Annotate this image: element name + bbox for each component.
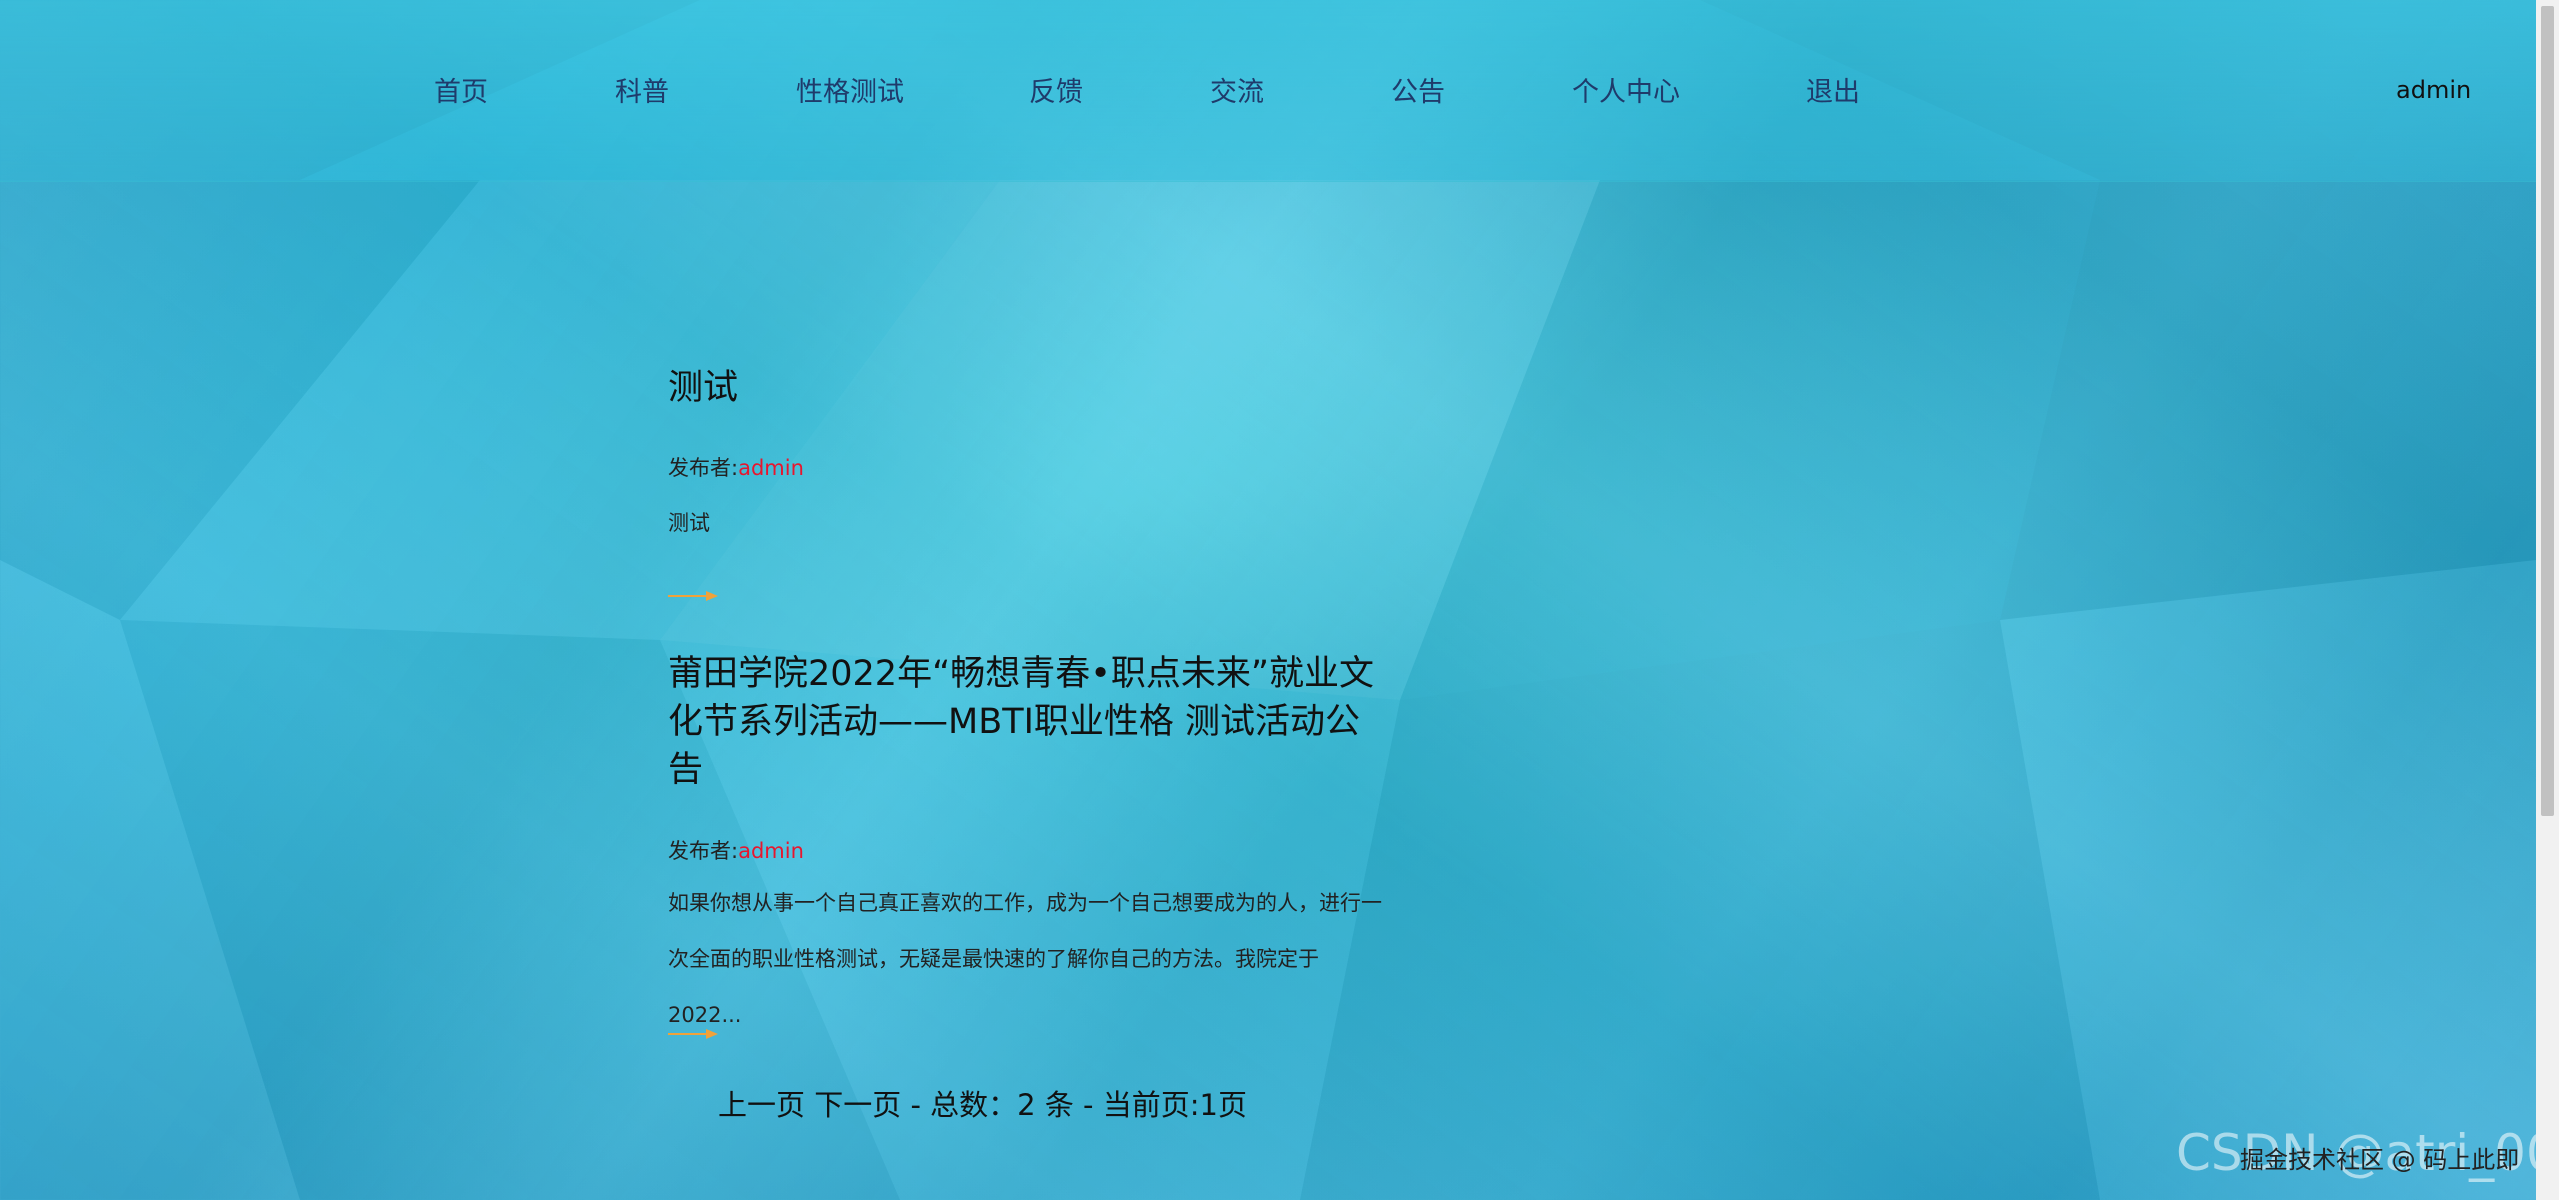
- nav-announcement[interactable]: 公告: [1391, 70, 1445, 109]
- excerpt-line: 次全面的职业性格测试，无疑是最快速的了解你自己的方法。我院定于2022...: [668, 947, 1319, 1027]
- post-excerpt: 测试: [668, 495, 1388, 551]
- pagination-summary: - 总数：2 条 - 当前页:1页: [910, 1088, 1247, 1122]
- nav-personality-test[interactable]: 性格测试: [796, 70, 904, 109]
- top-navbar: 首页 科普 性格测试 反馈 交流 公告 个人中心 退出 admin: [0, 0, 2536, 182]
- post-meta: 发布者:admin: [668, 835, 804, 865]
- nav-exchange[interactable]: 交流: [1210, 70, 1264, 109]
- scrollbar-thumb[interactable]: [2541, 6, 2554, 816]
- author-label: 发布者:: [668, 839, 739, 863]
- nav-science[interactable]: 科普: [615, 70, 669, 109]
- excerpt-line: 测试: [668, 511, 710, 535]
- nav-home[interactable]: 首页: [434, 70, 488, 109]
- post-meta: 发布者:admin: [668, 452, 804, 482]
- current-user[interactable]: admin: [2396, 76, 2471, 104]
- prev-page-link[interactable]: 上一页: [718, 1088, 805, 1122]
- post-excerpt: 如果你想从事一个自己真正喜欢的工作，成为一个自己想要成为的人，进行一 次全面的职…: [668, 875, 1388, 1043]
- post-author: admin: [738, 456, 804, 480]
- juejin-watermark: 掘金技术社区 @ 码上此即: [2240, 1146, 2520, 1174]
- read-more-arrow-icon[interactable]: [668, 1028, 718, 1040]
- nav-feedback[interactable]: 反馈: [1029, 70, 1083, 109]
- nav-personal-center[interactable]: 个人中心: [1572, 70, 1680, 109]
- nav-logout[interactable]: 退出: [1806, 70, 1860, 109]
- next-page-link[interactable]: 下一页: [814, 1088, 901, 1122]
- post-title[interactable]: 莆田学院2022年“畅想青春•职点未来”就业文化节系列活动——MBTI职业性格 …: [668, 650, 1388, 794]
- author-label: 发布者:: [668, 456, 739, 480]
- read-more-arrow-icon[interactable]: [668, 590, 718, 602]
- post-author: admin: [738, 839, 804, 863]
- vertical-scrollbar[interactable]: [2536, 0, 2559, 1200]
- post-title[interactable]: 测试: [668, 364, 1388, 412]
- excerpt-line: 如果你想从事一个自己真正喜欢的工作，成为一个自己想要成为的人，进行一: [668, 891, 1382, 915]
- pagination: 上一页 下一页 - 总数：2 条 - 当前页:1页: [718, 1082, 1247, 1124]
